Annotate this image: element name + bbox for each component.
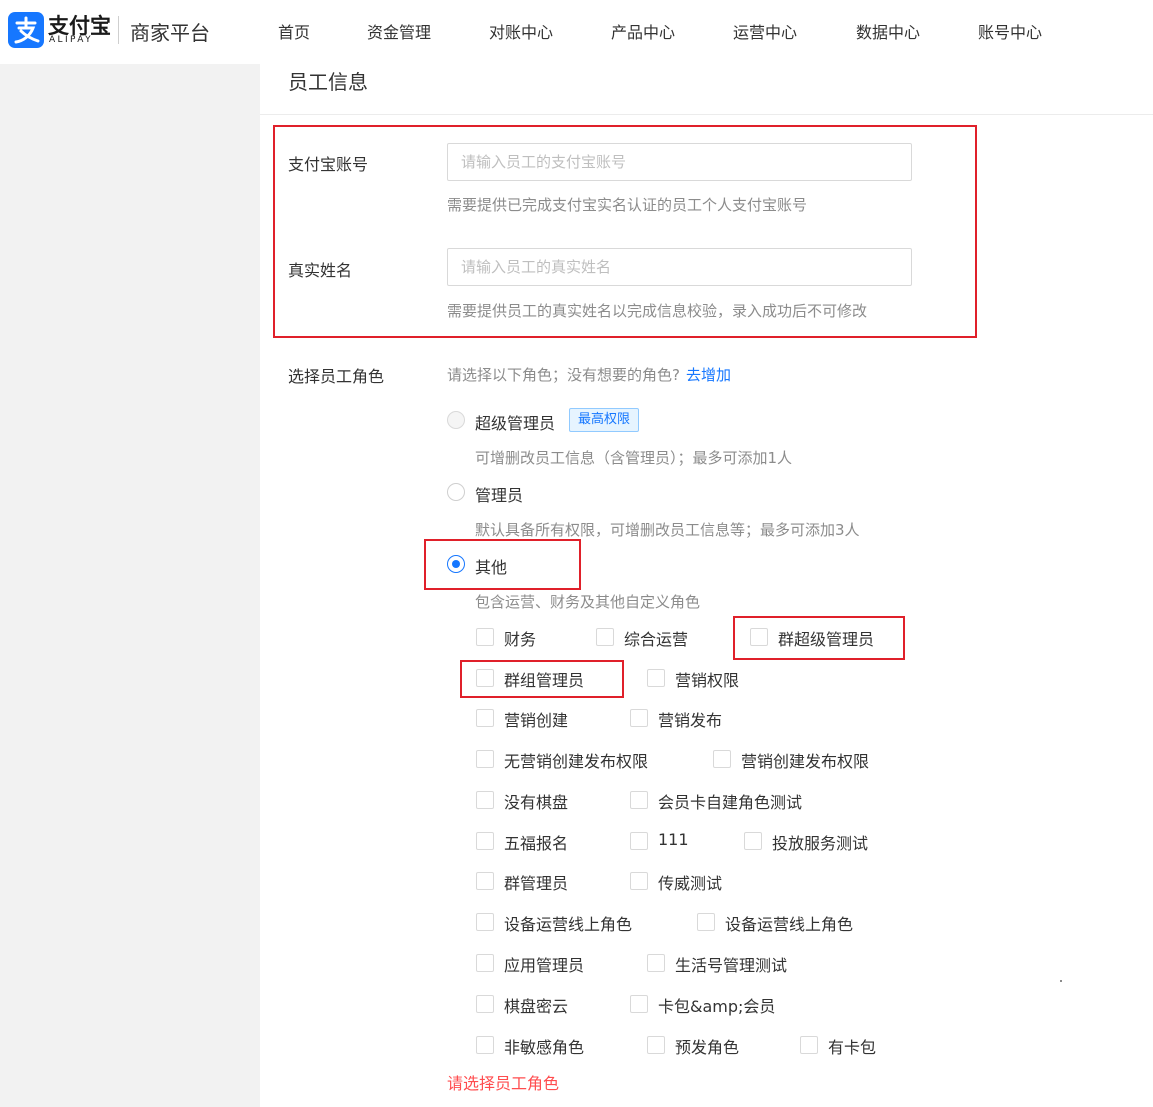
role-checkbox-label: 应用管理员 [504,956,585,975]
role-checkbox[interactable] [476,872,494,890]
add-role-link[interactable]: 去增加 [686,366,731,384]
role-checkbox[interactable] [800,1036,818,1054]
admin-desc: 默认具备所有权限，可增删改员工信息等；最多可添加3人 [475,521,860,539]
role-checkbox[interactable] [476,913,494,931]
role-checkbox[interactable] [713,750,731,768]
role-checkbox-label: 营销权限 [675,671,740,690]
role-checkbox-label: 非敏感角色 [504,1038,585,1057]
radio-other-label: 其他 [475,558,508,577]
top-navigation-bar: 支付宝 ALIPAY 商家平台 首页 资金管理 对账中心 产品中心 运营中心 数… [0,0,1153,64]
nav-home[interactable]: 首页 [278,19,310,43]
role-checkbox[interactable] [476,1036,494,1054]
nav-data[interactable]: 数据中心 [856,19,920,43]
role-checkbox[interactable] [596,628,614,646]
role-checkbox[interactable] [630,995,648,1013]
role-checkbox[interactable] [476,709,494,727]
role-checkbox[interactable] [697,913,715,931]
role-checkbox-label: 营销创建 [504,711,569,730]
role-checkbox[interactable] [647,1036,665,1054]
role-checkbox[interactable] [476,750,494,768]
role-checkbox[interactable] [750,628,768,646]
logo-divider [118,16,119,44]
role-checkbox[interactable] [476,954,494,972]
super-admin-desc: 可增删改员工信息（含管理员）；最多可添加1人 [475,449,793,467]
nav-account[interactable]: 账号中心 [978,19,1042,43]
role-checkbox[interactable] [476,995,494,1013]
other-desc: 包含运营、财务及其他自定义角色 [475,593,701,611]
role-checkbox-label: 综合运营 [624,630,689,649]
realname-label: 真实姓名 [288,261,353,280]
role-checkbox-label: 无营销创建发布权限 [504,752,649,771]
role-checkbox-label: 棋盘密云 [504,997,569,1016]
role-checkbox[interactable] [630,832,648,850]
content-panel [260,64,1153,1107]
role-checkbox-label: 111 [658,830,689,849]
nav-funds[interactable]: 资金管理 [367,19,431,43]
role-checkbox-label: 财务 [504,630,537,649]
role-hint: 请选择以下角色；没有想要的角色? 去增加 [447,364,731,385]
role-checkbox-label: 设备运营线上角色 [504,915,633,934]
realname-help-text: 需要提供员工的真实姓名以完成信息校验，录入成功后不可修改 [447,302,868,320]
radio-super-admin-label: 超级管理员 [475,414,556,433]
role-checkbox-label: 群组管理员 [504,671,585,690]
role-checkbox-label: 没有棋盘 [504,793,569,812]
role-checkbox-label: 五福报名 [504,834,569,853]
role-checkbox-label: 会员卡自建角色测试 [658,793,803,812]
role-checkbox-label: 生活号管理测试 [675,956,788,975]
role-checkbox-label: 群管理员 [504,874,569,893]
account-help-text: 需要提供已完成支付宝实名认证的员工个人支付宝账号 [447,196,808,214]
role-checkbox[interactable] [647,669,665,687]
role-label: 选择员工角色 [288,367,385,386]
role-checkbox-label: 传威测试 [658,874,723,893]
nav-operations[interactable]: 运营中心 [733,19,797,43]
role-checkbox-label: 预发角色 [675,1038,740,1057]
role-checkbox[interactable] [630,791,648,809]
radio-super-admin[interactable] [447,411,465,429]
alipay-logo-icon [8,12,44,48]
radio-admin[interactable] [447,483,465,501]
radio-other[interactable] [447,555,465,573]
role-checkbox-label: 营销发布 [658,711,723,730]
role-checkbox-label: 设备运营线上角色 [725,915,854,934]
realname-input[interactable] [447,248,912,286]
role-checkbox-label: 投放服务测试 [772,834,869,853]
role-error-message: 请选择员工角色 [447,1074,560,1093]
role-checkbox[interactable] [744,832,762,850]
role-checkbox[interactable] [647,954,665,972]
role-checkbox-label: 卡包&amp;会员 [658,997,776,1016]
account-label: 支付宝账号 [288,155,369,174]
stray-dot [1060,980,1062,982]
role-checkbox-label: 群超级管理员 [778,630,875,649]
role-checkbox-label: 营销创建发布权限 [741,752,870,771]
role-checkbox[interactable] [630,709,648,727]
highest-permission-tag: 最高权限 [569,408,640,432]
role-checkbox[interactable] [476,669,494,687]
nav-reconciliation[interactable]: 对账中心 [489,19,553,43]
role-checkbox[interactable] [476,832,494,850]
section-title: 员工信息 [288,70,368,94]
role-checkbox[interactable] [476,791,494,809]
role-hint-text: 请选择以下角色；没有想要的角色? [447,366,680,384]
account-input[interactable] [447,143,912,181]
nav-products[interactable]: 产品中心 [611,19,675,43]
role-checkbox-label: 有卡包 [828,1038,877,1057]
title-divider [260,114,1153,115]
logo-english-text: ALIPAY [49,35,94,45]
role-checkbox[interactable] [630,872,648,890]
role-checkbox[interactable] [476,628,494,646]
radio-admin-label: 管理员 [475,486,524,505]
platform-name: 商家平台 [130,21,210,45]
